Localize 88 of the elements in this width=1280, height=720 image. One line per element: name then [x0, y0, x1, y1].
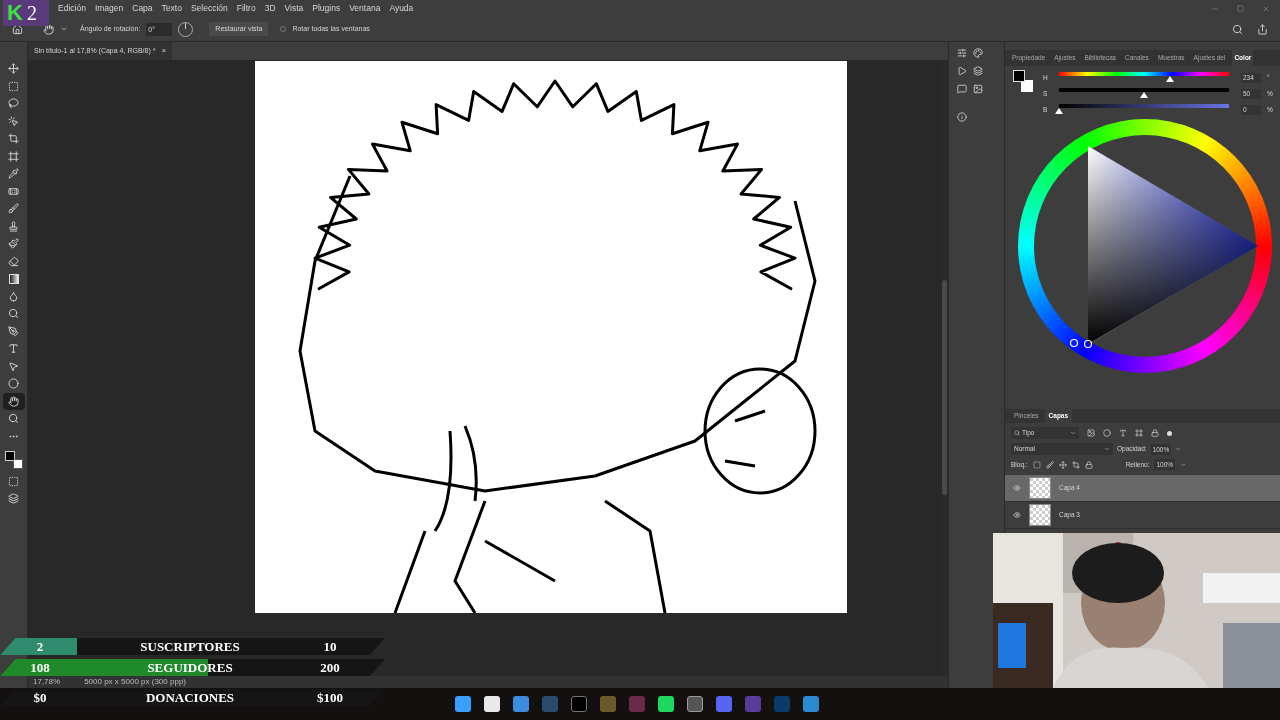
slider-thumb[interactable]: [1055, 108, 1063, 114]
scrollbar[interactable]: [941, 280, 947, 495]
layer-thumbnail: [1029, 477, 1051, 499]
type-icon: [8, 343, 19, 354]
home-icon[interactable]: [12, 23, 23, 35]
play-icon[interactable]: [957, 66, 967, 76]
hand-icon[interactable]: [43, 23, 54, 35]
zoom-icon: [8, 413, 19, 424]
palette-icon[interactable]: [973, 48, 983, 58]
blur-icon: [8, 290, 19, 302]
object-select-icon: [8, 115, 19, 127]
type-filter-icon[interactable]: [1119, 429, 1127, 437]
tool-button[interactable]: [2, 392, 25, 410]
shape-icon: [8, 378, 19, 389]
comment-icon[interactable]: [957, 84, 967, 94]
brush-icon: [8, 203, 19, 214]
goal-target: 10: [322, 637, 338, 656]
quick-mask-icon[interactable]: [8, 475, 19, 487]
zoom-level: 17,78%: [33, 676, 61, 688]
menu-item[interactable]: Texto: [161, 2, 182, 15]
taskbar-app-icon[interactable]: [571, 696, 587, 712]
menu-item[interactable]: Capa: [132, 2, 153, 15]
shape-filter-icon[interactable]: [1135, 429, 1143, 437]
healing-icon: [8, 185, 19, 197]
menu-item[interactable]: Imagen: [94, 2, 124, 15]
taskbar-app-icon[interactable]: [687, 696, 703, 712]
color-swatches[interactable]: [4, 451, 23, 469]
goal-label: DONACIONES: [144, 688, 236, 707]
canvas[interactable]: [255, 61, 847, 613]
menu-item[interactable]: Selección: [190, 2, 228, 15]
slider-thumb[interactable]: [1140, 92, 1148, 98]
menu-item[interactable]: Filtro: [236, 2, 256, 15]
menu-item[interactable]: Plugins: [312, 2, 341, 15]
crop-icon: [8, 133, 19, 144]
goal-target: $100: [316, 688, 344, 707]
chevron-icon: [1104, 446, 1110, 452]
image-icon[interactable]: [973, 84, 983, 94]
chevron-icon[interactable]: [1180, 461, 1187, 468]
document-size: 5000 px x 5000 px (300 ppp): [84, 676, 186, 688]
gradient-icon: [8, 273, 19, 284]
visibility-icon[interactable]: [1013, 484, 1021, 492]
info-icon[interactable]: [957, 112, 967, 122]
lock-all-icon[interactable]: [1084, 460, 1093, 469]
lock-artboard-icon[interactable]: [1071, 460, 1080, 469]
rotate-view-icon: [8, 395, 19, 407]
color-swatches[interactable]: [1013, 70, 1033, 92]
eyedropper-icon: [8, 168, 19, 179]
adjustments-icon[interactable]: [957, 48, 967, 58]
goal-current: 108: [29, 658, 51, 677]
layers-icon[interactable]: [973, 66, 983, 76]
filter-toggle-icon[interactable]: [1167, 430, 1172, 436]
path-select-icon: [8, 360, 19, 372]
visibility-icon[interactable]: [1013, 511, 1021, 519]
search-icon: [1014, 430, 1020, 436]
goal-label: SUSCRIPTORES: [139, 637, 241, 656]
slider-thumb[interactable]: [1165, 76, 1174, 82]
move-icon: [8, 63, 19, 74]
image-filter-icon[interactable]: [1087, 429, 1095, 437]
menu-item[interactable]: 3D: [264, 2, 276, 15]
chevron-icon[interactable]: [60, 25, 68, 33]
goal-current: 2: [35, 637, 45, 656]
search-icon[interactable]: [1232, 23, 1243, 35]
frame-icon: [8, 150, 19, 162]
lock-brush-icon[interactable]: [1045, 460, 1054, 469]
channel-logo: K 2: [3, 0, 49, 26]
screen-mode-icon[interactable]: [8, 493, 19, 504]
chevron-icon[interactable]: [1175, 446, 1182, 452]
adjustment-filter-icon[interactable]: [1103, 429, 1111, 437]
chevron-icon: [1070, 430, 1076, 436]
menu-item[interactable]: Edición: [58, 2, 86, 15]
menu-item[interactable]: Vista: [284, 2, 304, 15]
eraser-icon: [8, 255, 19, 267]
goal-label: SEGUIDORES: [146, 658, 234, 677]
stamp-icon: [8, 220, 19, 232]
tab-close-icon[interactable]: ×: [161, 45, 167, 57]
layer-thumbnail: [1029, 504, 1051, 526]
pen-icon: [8, 325, 19, 337]
goal-target: 200: [319, 658, 341, 677]
menu-item[interactable]: Ventana: [349, 2, 381, 15]
goal-current: $0: [32, 688, 48, 707]
history-brush-icon: [8, 238, 19, 249]
lock-pixels-icon[interactable]: [1032, 460, 1041, 469]
menu-item[interactable]: Ayuda: [389, 2, 414, 15]
marquee-icon: [8, 80, 19, 92]
lasso-icon: [8, 98, 19, 109]
lock-filter-icon[interactable]: [1151, 429, 1159, 437]
lock-position-icon[interactable]: [1058, 460, 1067, 469]
share-icon[interactable]: [1257, 23, 1268, 35]
